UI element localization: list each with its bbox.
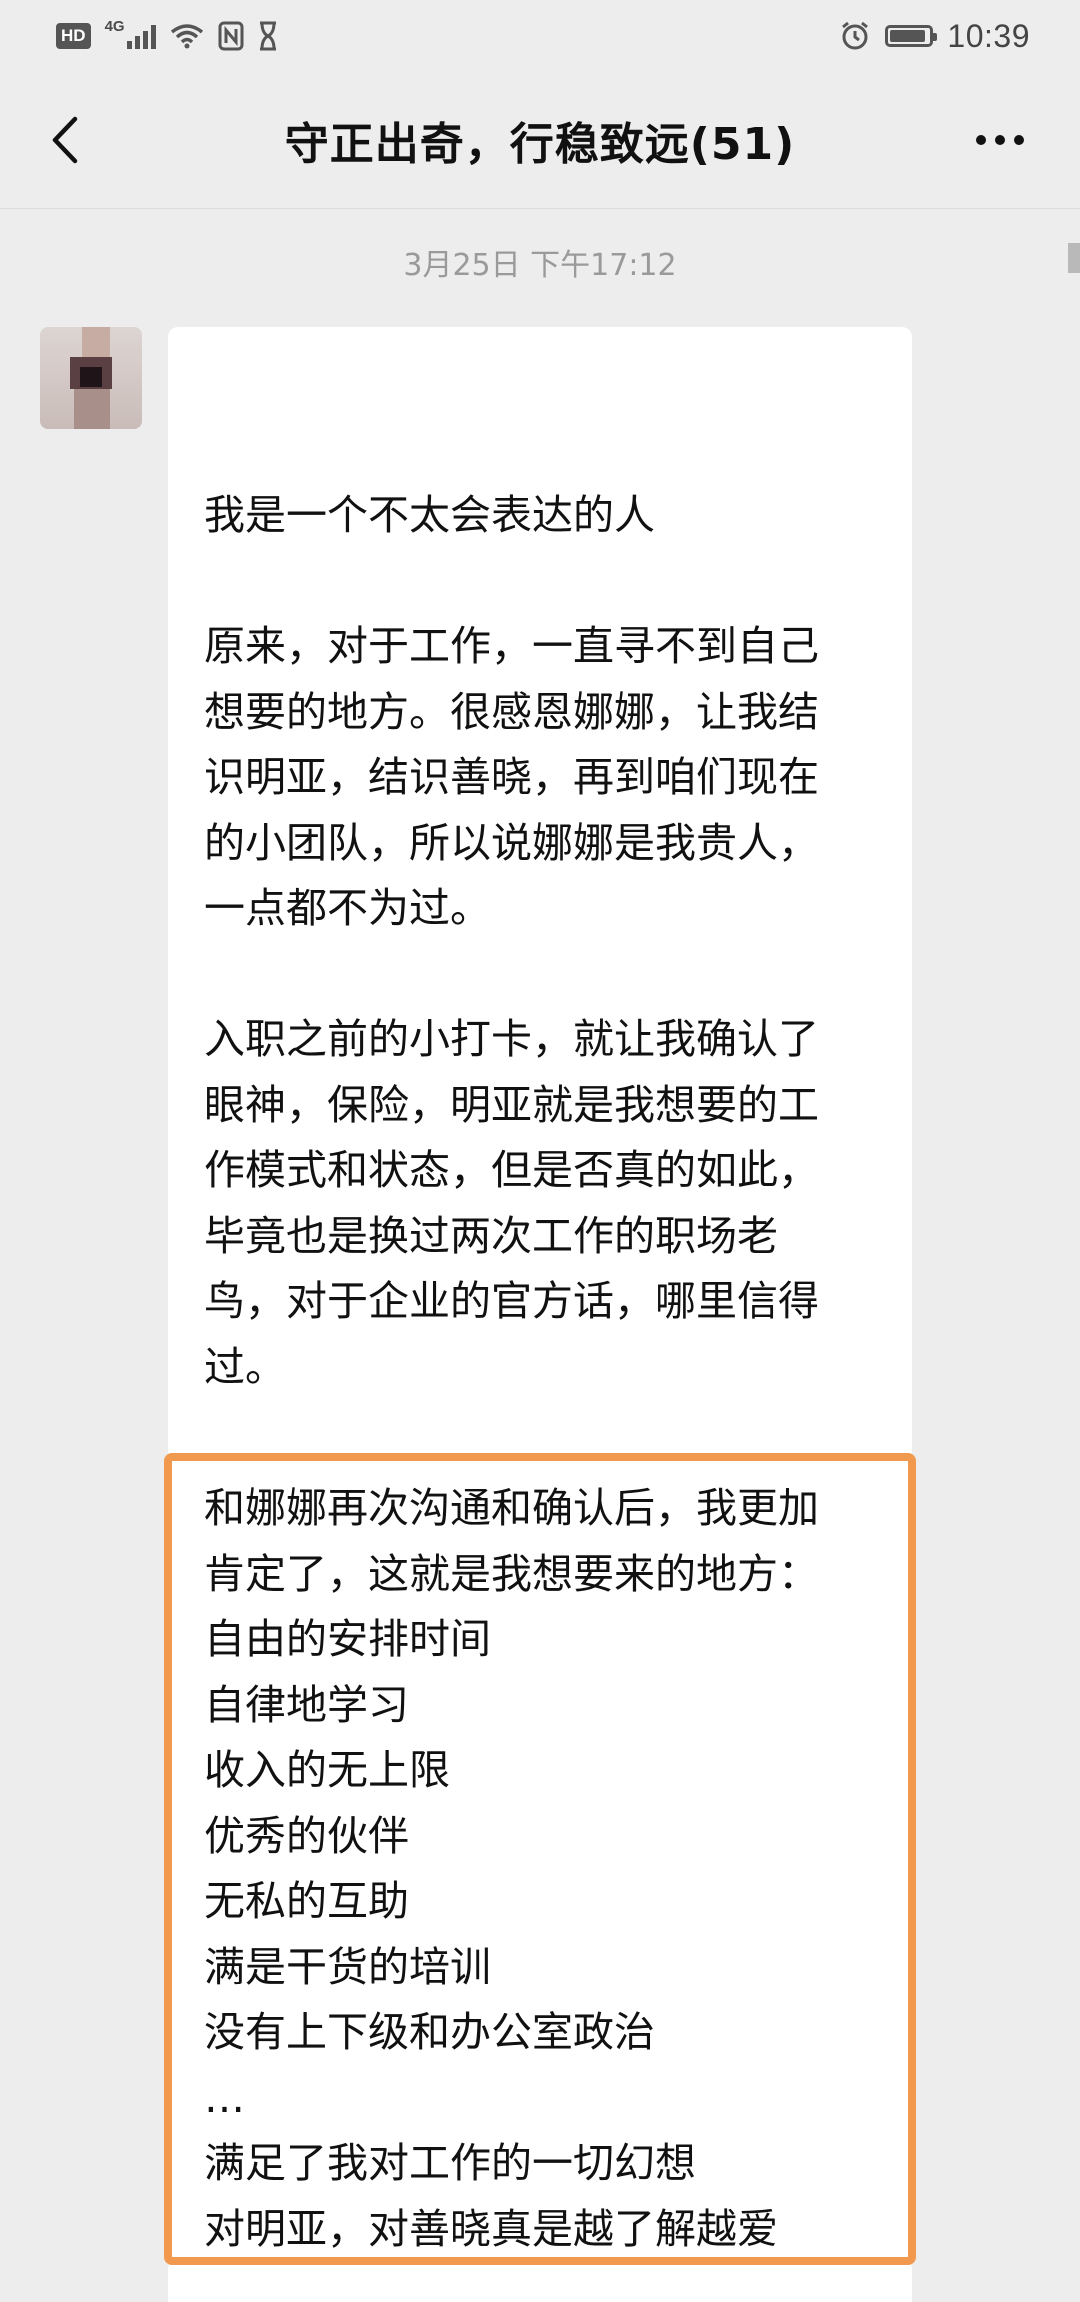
hourglass-icon	[258, 21, 278, 51]
battery-icon	[885, 25, 938, 47]
message-line: 毕竟也是换过两次工作的职场老	[204, 1211, 778, 1260]
ellipsis: …	[204, 2073, 245, 2122]
message-line: 原来，对于工作，一直寻不到自己	[204, 622, 819, 670]
status-bar: HD 4G 10:39	[0, 0, 1080, 72]
status-left: HD 4G	[56, 17, 278, 51]
list-item: 优秀的伙伴	[204, 1811, 409, 1860]
message-line: 作模式和状态，但是否真的如此，	[204, 1146, 819, 1194]
message-line: 肯定了，这就是我想要来的地方：	[204, 1549, 819, 1598]
list-item: 自由的安排时间	[204, 1615, 491, 1663]
list-item: 没有上下级和办公室政治	[204, 2008, 655, 2056]
message-paragraph-1: 我是一个不太会表达的人	[204, 483, 894, 549]
message-paragraph-2: 原来，对于工作，一直寻不到自己 想要的地方。很感恩娜娜，让我结 识明亚，结识善晓…	[204, 614, 894, 942]
chat-title: 守正出奇，行稳致远(51)	[284, 119, 796, 170]
battery-level	[890, 30, 925, 42]
avatar[interactable]	[40, 327, 142, 429]
message-line: 对明亚，对善晓真是越了解越爱	[204, 2204, 778, 2253]
more-dots-icon	[976, 135, 1024, 145]
back-button[interactable]	[34, 110, 94, 170]
status-time: 10:39	[947, 17, 1030, 54]
more-button[interactable]	[970, 120, 1030, 160]
network-type: 4G	[104, 17, 125, 35]
message-paragraph-highlighted: 和娜娜再次沟通和确认后，我更加 肯定了，这就是我想要来的地方： 自由的安排时间 …	[204, 1476, 894, 2262]
message-line: 的小团队，所以说娜娜是我贵人，	[204, 818, 819, 867]
message-line: 识明亚，结识善晓，再到咱们现在	[204, 753, 819, 801]
nfc-icon	[218, 21, 244, 51]
status-right: 10:39	[839, 18, 1030, 55]
message-line: 满足了我对工作的一切幻想	[204, 2139, 696, 2187]
message-line: 我是一个不太会表达的人	[204, 491, 655, 539]
alarm-icon	[839, 20, 871, 52]
chat-header: 守正出奇，行稳致远(51)	[0, 72, 1080, 209]
message-line: 鸟，对于企业的官方话，哪里信得	[204, 1277, 819, 1325]
list-item: 无私的互助	[204, 1877, 409, 1925]
wifi-icon	[170, 23, 204, 49]
message-line: 眼神，保险，明亚就是我想要的工	[204, 1080, 819, 1129]
chevron-left-icon	[52, 116, 78, 164]
list-item: 满是干货的培训	[204, 1942, 491, 1991]
message-line: 入职之前的小打卡，就让我确认了	[204, 1015, 819, 1063]
hd-badge: HD	[56, 23, 91, 49]
message-line: 一点都不为过。	[204, 884, 491, 932]
list-item: 收入的无上限	[204, 1746, 450, 1794]
message-paragraph-3: 入职之前的小打卡，就让我确认了 眼神，保险，明亚就是我想要的工 作模式和状态，但…	[204, 1007, 894, 1400]
scrollbar[interactable]	[1068, 243, 1080, 273]
message-line: 过。	[204, 1342, 286, 1391]
message-line: 和娜娜再次沟通和确认后，我更加	[204, 1484, 819, 1532]
signal-icon	[126, 23, 156, 49]
message-timestamp: 3月25日 下午17:12	[403, 248, 677, 283]
message-line: 想要的地方。很感恩娜娜，让我结	[204, 687, 819, 736]
list-item: 自律地学习	[204, 1680, 409, 1729]
